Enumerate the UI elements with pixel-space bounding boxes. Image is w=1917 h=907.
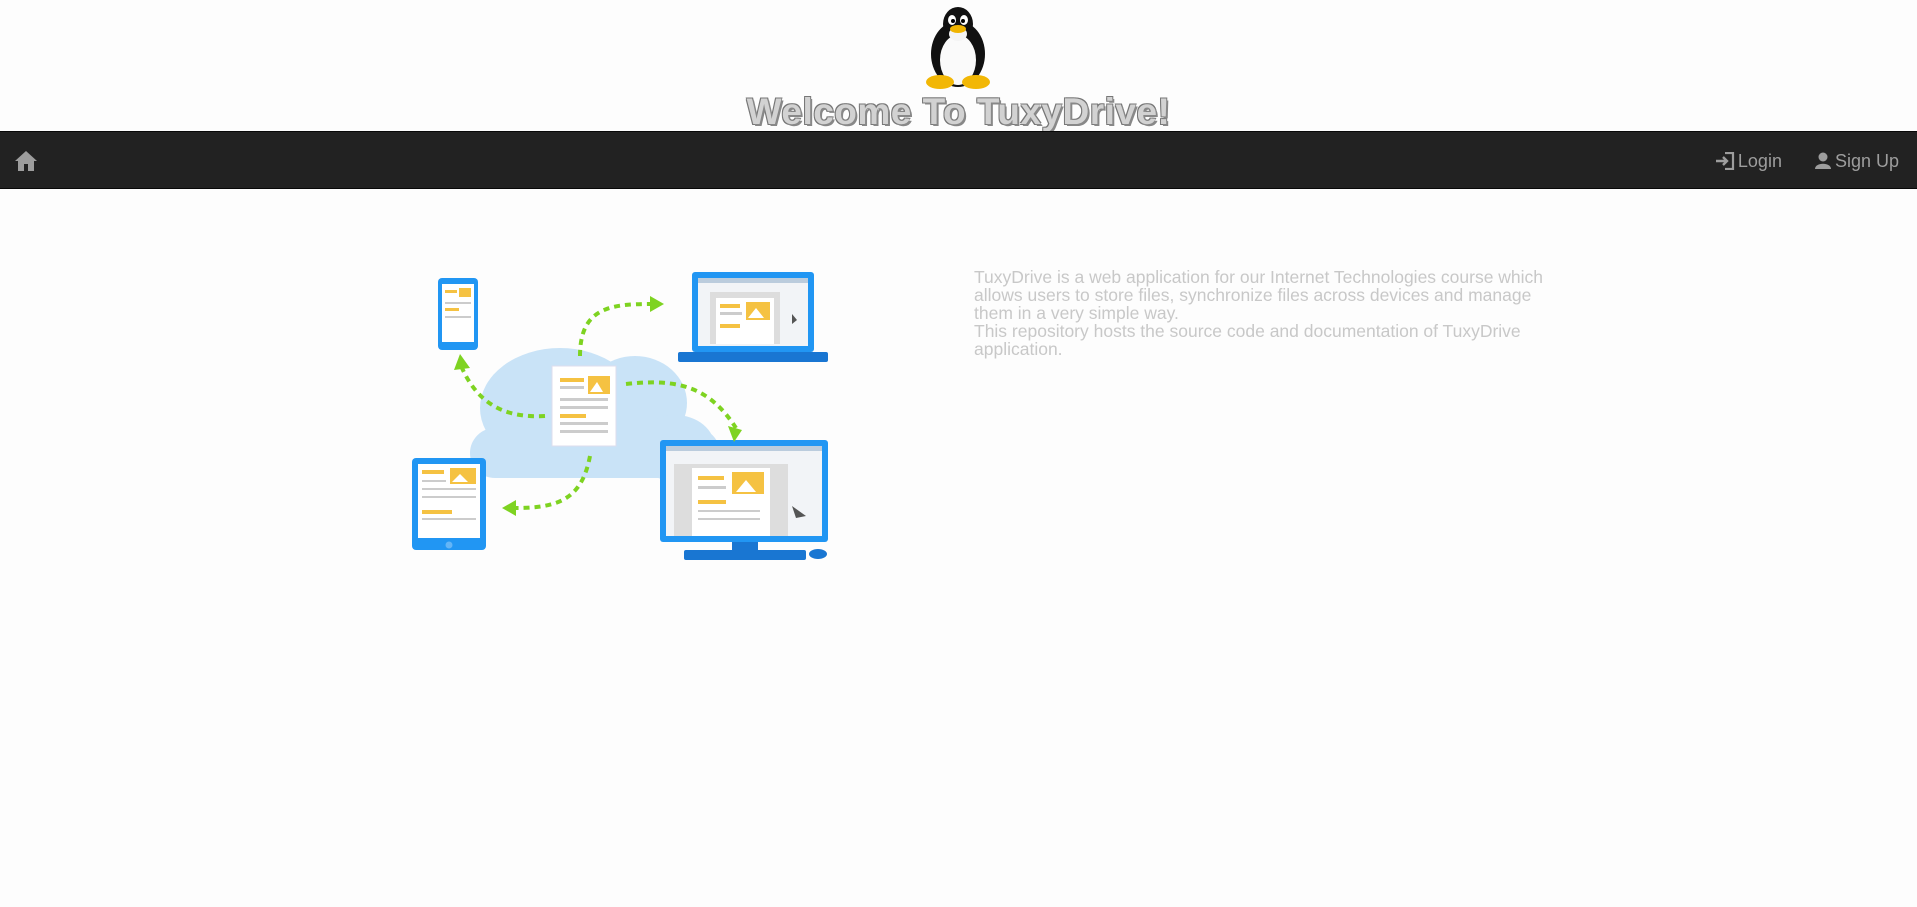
description: TuxyDrive is a web application for our I… [974, 268, 1554, 358]
tux-penguin-icon [926, 7, 990, 89]
signup-link[interactable]: Sign Up [1814, 151, 1899, 172]
user-icon [1814, 152, 1831, 169]
signup-label: Sign Up [1834, 150, 1899, 171]
cloud-sync-devices-illustration [412, 272, 828, 560]
login-link[interactable]: Login [1715, 151, 1782, 172]
header: Welcome To TuxyDrive! [0, 0, 1917, 132]
page-title: Welcome To TuxyDrive! [746, 91, 1171, 132]
description-paragraph: TuxyDrive is a web application for our I… [974, 267, 1544, 323]
home-icon[interactable] [14, 150, 38, 172]
description-paragraph: This repository hosts the source code an… [974, 321, 1521, 359]
navbar: Login Sign Up [0, 131, 1917, 189]
login-label: Login [1737, 150, 1782, 171]
login-icon [1715, 152, 1735, 170]
nav-right: Login Sign Up [1715, 132, 1899, 190]
